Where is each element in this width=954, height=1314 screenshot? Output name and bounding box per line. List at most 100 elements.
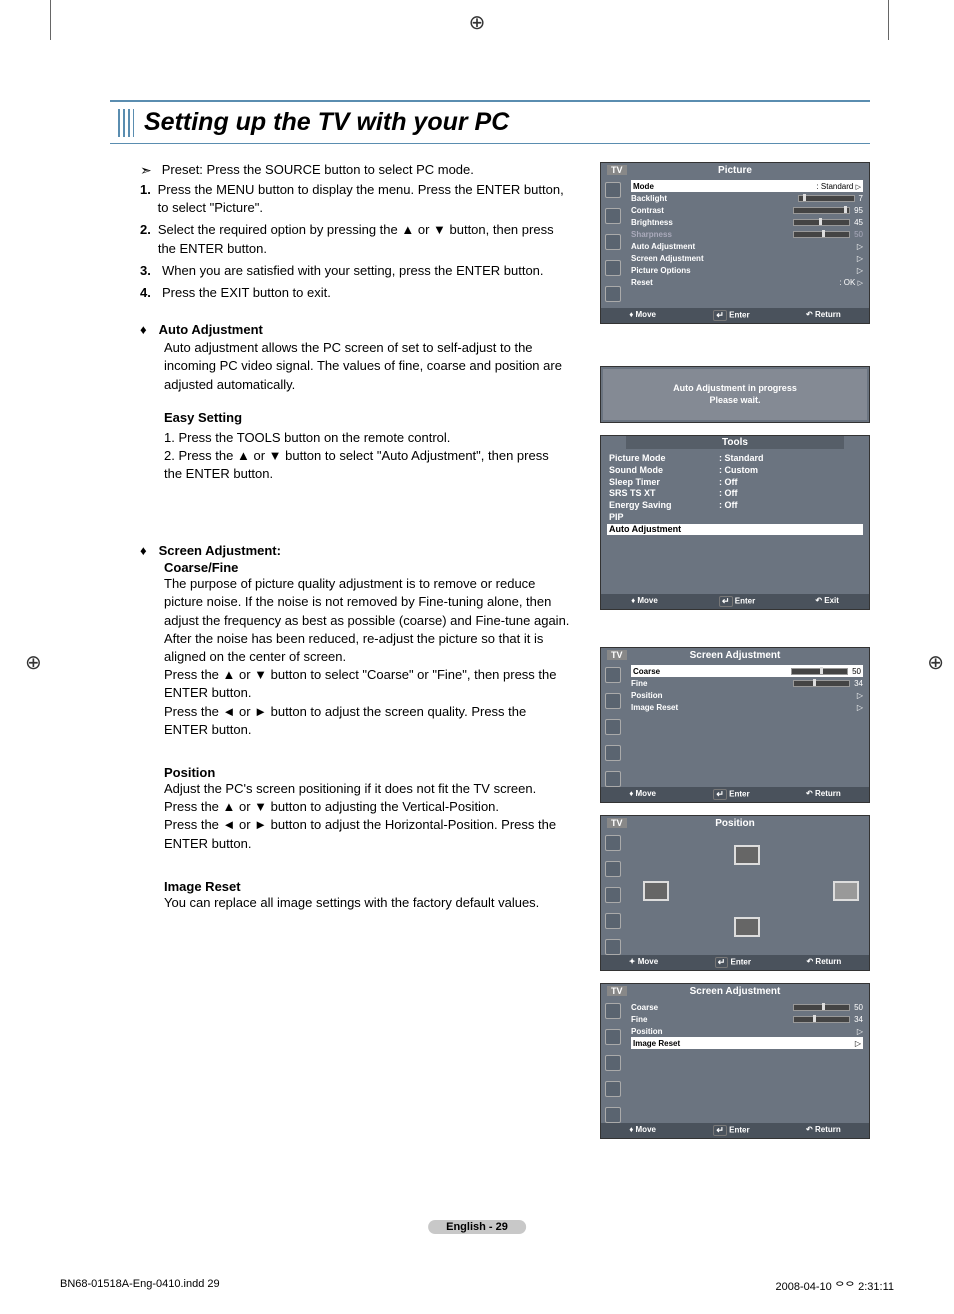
osd-category-icon bbox=[605, 260, 621, 276]
osd-picture-menu: TV Picture Mode: Standard ▷ Backlight bbox=[600, 162, 870, 324]
osd-item-label: Contrast bbox=[631, 206, 664, 215]
screen-adjustment-heading: Screen Adjustment: bbox=[159, 543, 281, 558]
crop-guide bbox=[888, 0, 889, 40]
osd-tv-label: TV bbox=[607, 818, 627, 828]
footer-timestamp: 2008-04-10 ᄋᄋ 2:31:11 bbox=[775, 1278, 894, 1294]
osd-screen-adjustment: TV Screen Adjustment Coarse50 Fine34 Pos… bbox=[600, 647, 870, 803]
image-reset-body: You can replace all image settings with … bbox=[164, 894, 570, 912]
osd-hint: ♦ Move bbox=[631, 596, 658, 607]
position-up-icon bbox=[734, 845, 760, 865]
osd-category-icon bbox=[605, 208, 621, 224]
tools-item: Energy Saving bbox=[609, 500, 719, 512]
osd-item-label: Fine bbox=[631, 679, 647, 688]
bullet-icon: ♦ bbox=[140, 322, 147, 337]
tools-item: SRS TS XT bbox=[609, 488, 719, 500]
osd-category-icon bbox=[605, 286, 621, 302]
step-number: 4. bbox=[140, 284, 162, 302]
registration-mark-right: ⊕ bbox=[927, 650, 944, 675]
footer: BN68-01518A-Eng-0410.indd 29 2008-04-10 … bbox=[60, 1278, 894, 1294]
osd-category-icon bbox=[605, 234, 621, 250]
osd-tv-label: TV bbox=[607, 650, 627, 660]
osd-auto-adjustment-message: Auto Adjustment in progress Please wait. bbox=[600, 366, 870, 423]
crop-guide bbox=[50, 0, 51, 40]
registration-mark-left: ⊕ bbox=[25, 650, 42, 675]
step-number: 3. bbox=[140, 262, 162, 280]
auto-adjustment-heading: Auto Adjustment bbox=[159, 322, 263, 337]
osd-title: Picture bbox=[601, 163, 869, 178]
position-left-icon bbox=[643, 881, 669, 901]
osd-item-label: Reset bbox=[631, 278, 653, 287]
section-title-bar: Setting up the TV with your PC bbox=[110, 100, 870, 144]
position-right-icon bbox=[833, 881, 859, 901]
osd-hint: ♦ Move bbox=[629, 310, 656, 321]
position-heading: Position bbox=[164, 765, 570, 780]
osd-item-label: Fine bbox=[631, 1015, 647, 1024]
osd-item-label: Image Reset bbox=[631, 703, 678, 712]
step-text: When you are satisfied with your setting… bbox=[162, 262, 544, 280]
tools-item: Sleep Timer bbox=[609, 477, 719, 489]
osd-tv-label: TV bbox=[607, 165, 627, 175]
screen-adjustment-body: The purpose of picture quality adjustmen… bbox=[164, 575, 570, 666]
easy-setting-heading: Easy Setting bbox=[164, 410, 570, 425]
coarse-fine-heading: Coarse/Fine bbox=[164, 560, 570, 575]
osd-tv-label: TV bbox=[607, 986, 627, 996]
easy-step: 2. Press the ▲ or ▼ button to select "Au… bbox=[164, 447, 570, 483]
osd-item-label: Position bbox=[631, 691, 663, 700]
instructions-column: ➣ Preset: Press the SOURCE button to sel… bbox=[110, 162, 570, 1151]
position-body: Adjust the PC's screen positioning if it… bbox=[164, 780, 570, 798]
easy-step: 1. Press the TOOLS button on the remote … bbox=[164, 429, 570, 447]
page-title: Setting up the TV with your PC bbox=[144, 108, 509, 137]
preset-icon: ➣ bbox=[140, 162, 152, 179]
osd-message: Auto Adjustment in progress bbox=[603, 383, 867, 395]
step-text: Press the MENU button to display the men… bbox=[158, 181, 570, 217]
osd-item-label: Picture Options bbox=[631, 266, 691, 275]
osd-tools-title: Tools bbox=[626, 436, 844, 449]
osd-screenshots-column: TV Picture Mode: Standard ▷ Backlight bbox=[600, 162, 870, 1151]
position-line: Press the ◄ or ► button to adjust the Ho… bbox=[164, 816, 570, 852]
osd-item-label: Brightness bbox=[631, 218, 673, 227]
osd-hint: ↶ Exit bbox=[815, 596, 839, 607]
screen-adjustment-line: Press the ▲ or ▼ button to select "Coars… bbox=[164, 666, 570, 702]
osd-item-label: Image Reset bbox=[633, 1039, 680, 1048]
tools-item: Sound Mode bbox=[609, 465, 719, 477]
position-line: Press the ▲ or ▼ button to adjusting the… bbox=[164, 798, 570, 816]
osd-item-label: Sharpness bbox=[631, 230, 672, 239]
bullet-icon: ♦ bbox=[140, 543, 147, 558]
footer-file: BN68-01518A-Eng-0410.indd 29 bbox=[60, 1278, 220, 1294]
osd-item-label: Auto Adjustment bbox=[631, 242, 695, 251]
registration-mark-top: ⊕ bbox=[469, 10, 486, 35]
title-decoration bbox=[118, 109, 134, 137]
step-text: Press the EXIT button to exit. bbox=[162, 284, 331, 302]
osd-screen-adjustment-reset: TV Screen Adjustment Coarse50 Fine34 Pos… bbox=[600, 983, 870, 1139]
osd-message: Please wait. bbox=[603, 395, 867, 407]
tools-item: PIP bbox=[609, 512, 719, 524]
preset-text: Preset: Press the SOURCE button to selec… bbox=[162, 162, 474, 177]
osd-hint: ↵ Enter bbox=[712, 310, 749, 321]
osd-hint: ↵ Enter bbox=[718, 596, 755, 607]
auto-adjustment-body: Auto adjustment allows the PC screen of … bbox=[164, 339, 570, 394]
osd-item-label: Mode bbox=[633, 182, 654, 191]
position-down-icon bbox=[734, 917, 760, 937]
osd-item-label: Coarse bbox=[633, 667, 660, 676]
osd-item-label: Coarse bbox=[631, 1003, 658, 1012]
osd-title: Position bbox=[601, 816, 869, 831]
osd-title: Screen Adjustment bbox=[601, 648, 869, 663]
osd-position: TV Position ✦ Move ↵ Enter bbox=[600, 815, 870, 971]
step-number: 1. bbox=[140, 181, 158, 217]
osd-category-icon bbox=[605, 182, 621, 198]
screen-adjustment-line: Press the ◄ or ► button to adjust the sc… bbox=[164, 703, 570, 739]
osd-icon-strip bbox=[601, 178, 625, 308]
step-text: Select the required option by pressing t… bbox=[158, 221, 570, 257]
osd-item-label: Backlight bbox=[631, 194, 667, 203]
tools-item: Auto Adjustment bbox=[609, 524, 719, 536]
tools-item: Picture Mode bbox=[609, 453, 719, 465]
position-control-area bbox=[625, 831, 869, 951]
image-reset-heading: Image Reset bbox=[164, 879, 570, 894]
osd-hint: ↶ Return bbox=[806, 310, 841, 321]
osd-item-label: Position bbox=[631, 1027, 663, 1036]
step-number: 2. bbox=[140, 221, 158, 257]
osd-item-label: Screen Adjustment bbox=[631, 254, 704, 263]
page-number-badge: English - 29 bbox=[428, 1220, 526, 1234]
osd-title: Screen Adjustment bbox=[601, 984, 869, 999]
osd-tools-menu: Tools Picture Mode: Standard Sound Mode:… bbox=[600, 435, 870, 610]
